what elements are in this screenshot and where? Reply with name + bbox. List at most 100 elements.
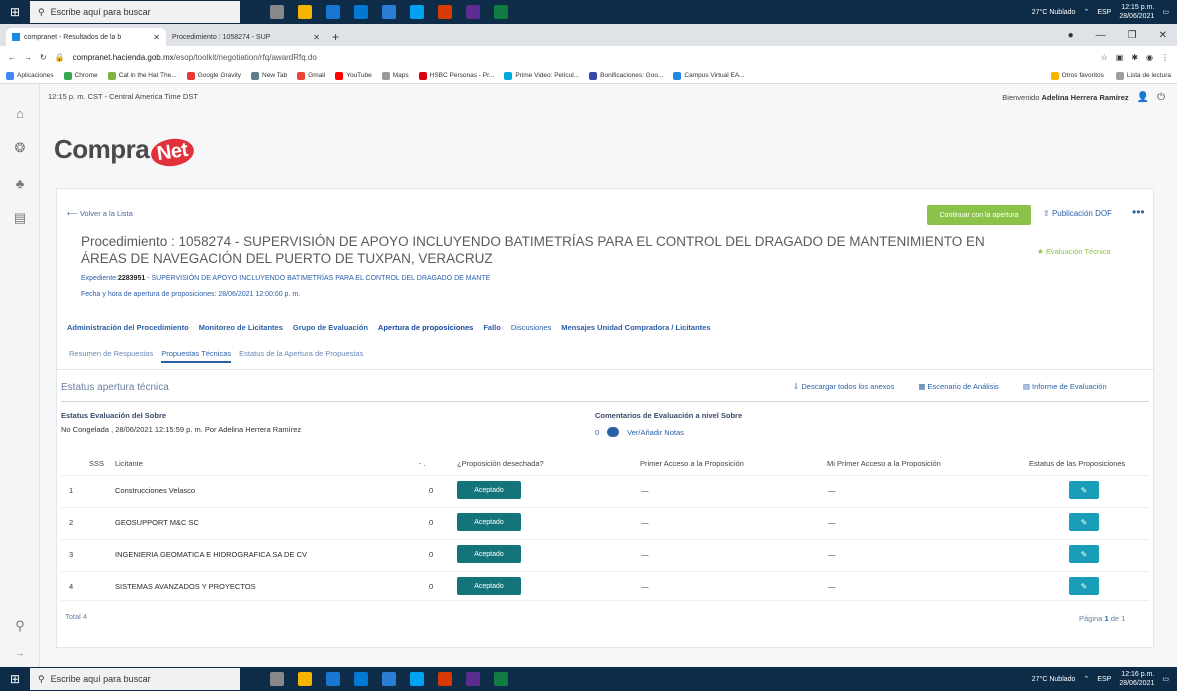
proposal-status-button[interactable]: ✎ [1069, 577, 1099, 595]
tab-grupo-evaluacion[interactable]: Grupo de Evaluación [293, 323, 368, 332]
bookmark-item[interactable]: Bonificaciones: Goo... [589, 71, 663, 80]
store-icon[interactable] [326, 672, 340, 686]
store-icon[interactable] [326, 5, 340, 19]
bookmark-item[interactable]: Campus Virtual EA... [673, 71, 745, 80]
bookmark-item[interactable]: Aplicaciones [6, 71, 54, 80]
licitante-name[interactable]: Construcciones Velasco [115, 486, 195, 495]
expand-arrow-icon[interactable]: → [12, 648, 28, 664]
app-red-icon[interactable] [438, 672, 452, 686]
browser-tab[interactable]: compranet - Resultados de la b ✕ [6, 28, 166, 46]
language-text[interactable]: ESP [1097, 676, 1111, 683]
weather-text[interactable]: 27°C Nublado [1032, 676, 1076, 683]
subtab-resumen[interactable]: Resumen de Respuestas [69, 349, 153, 363]
proposal-status-button[interactable]: ✎ [1069, 545, 1099, 563]
tab-administracion[interactable]: Administración del Procedimiento [67, 323, 189, 332]
puzzle-icon[interactable]: ✱ [1131, 53, 1138, 62]
status-badge[interactable]: Aceptado [457, 577, 521, 595]
licitante-name[interactable]: INGENIERIA GEOMATICA E HIDROGRAFICA SA D… [115, 550, 307, 559]
status-badge[interactable]: Aceptado [457, 481, 521, 499]
bookmark-item[interactable]: New Tab [251, 71, 287, 80]
taskbar-search-box[interactable]: ⚲ Escribe aquí para buscar [30, 1, 240, 23]
star-icon[interactable]: ☆ [1101, 53, 1108, 62]
status-badge[interactable]: Aceptado [457, 513, 521, 531]
tab-fallo[interactable]: Fallo [483, 323, 501, 332]
word-icon[interactable] [382, 672, 396, 686]
tab-discusiones[interactable]: Discusiones [511, 323, 551, 332]
close-tab-icon[interactable]: ✕ [153, 33, 160, 42]
licitante-name[interactable]: GEOSUPPORT M&C SC [115, 518, 199, 527]
file-explorer-icon[interactable] [298, 672, 312, 686]
notifications-icon[interactable]: ▭ [1162, 8, 1169, 16]
network-icon[interactable]: ❂ [12, 140, 28, 156]
download-all-link[interactable]: ⇩ Descargar todos los anexos [793, 382, 894, 391]
tab-apertura[interactable]: Apertura de proposiciones [378, 323, 473, 332]
column-header-licitante[interactable]: Licitante [115, 459, 143, 468]
evaluacion-tecnica-badge[interactable]: ★ Evaluación Técnica [1037, 247, 1111, 256]
minimize-icon[interactable]: — [1096, 30, 1106, 41]
subtab-propuestas-tecnicas[interactable]: Propuestas Técnicas [161, 349, 232, 363]
analysis-scenario-link[interactable]: ▦ Escenario de Análisis [918, 382, 998, 391]
reload-icon[interactable]: ↻ [40, 53, 47, 62]
task-view-icon[interactable] [270, 672, 284, 686]
clock[interactable]: 12:15 p.m. 28/06/2021 [1119, 3, 1154, 21]
bookmark-item[interactable]: Google Gravity [186, 71, 241, 80]
file-explorer-icon[interactable] [298, 5, 312, 19]
lock-icon[interactable]: 🔒 [55, 53, 65, 62]
home-icon[interactable]: ⌂ [12, 106, 28, 122]
user-icon[interactable]: 👤 [1137, 92, 1149, 103]
compranet-logo[interactable]: Compra Net [54, 134, 196, 169]
users-icon[interactable]: ♣ [12, 176, 28, 192]
tray-arrow-icon[interactable]: ⌃ [1083, 8, 1089, 16]
app-red-icon[interactable] [438, 5, 452, 19]
back-to-list-link[interactable]: ⟵ Volver a la Lista [67, 209, 133, 218]
tab-mensajes[interactable]: Mensajes Unidad Compradora / Licitantes [561, 323, 710, 332]
tray-arrow-icon[interactable]: ⌃ [1083, 675, 1089, 683]
mail-icon[interactable] [354, 5, 368, 19]
search-icon[interactable]: ⚲ [12, 618, 28, 634]
browser-tab[interactable]: Procedimiento : 1058274 - SUP ✕ [166, 28, 326, 46]
new-tab-icon[interactable]: + [326, 28, 345, 46]
app-green-icon[interactable] [494, 672, 508, 686]
publicacion-dof-link[interactable]: ⇪ Publicación DOF [1043, 209, 1112, 218]
menu-kebab-icon[interactable]: ⋮ [1161, 53, 1169, 62]
mail-icon[interactable] [354, 672, 368, 686]
documents-icon[interactable]: ▤ [12, 210, 28, 226]
bookmark-item[interactable]: Gmail [297, 71, 325, 80]
language-text[interactable]: ESP [1097, 9, 1111, 16]
edge-icon[interactable] [410, 672, 424, 686]
subtab-estatus-apertura[interactable]: Estatus de la Apertura de Propuestas [239, 349, 363, 363]
back-arrow-icon[interactable]: ← [8, 53, 16, 62]
tab-monitoreo[interactable]: Monitoreo de Licitantes [199, 323, 283, 332]
bookmark-item[interactable]: Prime Video: Películ... [504, 71, 579, 80]
bookmark-item[interactable]: YouTube [335, 71, 372, 80]
continue-opening-button[interactable]: Continuar con la apertura [927, 205, 1031, 225]
app-green-icon[interactable] [494, 5, 508, 19]
word-icon[interactable] [382, 5, 396, 19]
reading-list[interactable]: Lista de lectura [1115, 71, 1171, 80]
view-add-notes-link[interactable]: Ver/Añadir Notas [627, 428, 684, 437]
extension-icon[interactable]: ▣ [1116, 53, 1124, 62]
evaluation-report-link[interactable]: ▤ Informe de Evaluación [1023, 382, 1107, 391]
profile-icon[interactable]: ● [1068, 30, 1074, 41]
licitante-name[interactable]: SISTEMAS AVANZADOS Y PROYECTOS [115, 582, 256, 591]
forward-arrow-icon[interactable]: → [24, 53, 32, 62]
close-window-icon[interactable]: ✕ [1159, 30, 1167, 41]
edge-icon[interactable] [410, 5, 424, 19]
app-purple-icon[interactable] [466, 5, 480, 19]
bookmark-item[interactable]: Chrome [63, 71, 98, 80]
task-view-icon[interactable] [270, 5, 284, 19]
restore-icon[interactable]: ❐ [1128, 30, 1137, 41]
windows-start-icon[interactable]: ⊞ [0, 0, 30, 24]
other-favorites[interactable]: Otros favoritos [1050, 71, 1104, 80]
pagination-current[interactable]: 1 [1104, 614, 1108, 623]
url-field[interactable]: compranet.hacienda.gob.mx/esop/toolkit/n… [73, 53, 1093, 62]
weather-text[interactable]: 27°C Nublado [1032, 9, 1076, 16]
status-badge[interactable]: Aceptado [457, 545, 521, 563]
close-tab-icon[interactable]: ✕ [313, 33, 320, 42]
taskbar-search-box[interactable]: ⚲ Escribe aquí para buscar [30, 668, 240, 690]
more-options-icon[interactable]: ••• [1132, 205, 1145, 219]
app-purple-icon[interactable] [466, 672, 480, 686]
windows-start-icon[interactable]: ⊞ [0, 667, 30, 691]
notifications-icon[interactable]: ▭ [1162, 675, 1169, 683]
bookmark-item[interactable]: Cat in the Hat The... [107, 71, 177, 80]
